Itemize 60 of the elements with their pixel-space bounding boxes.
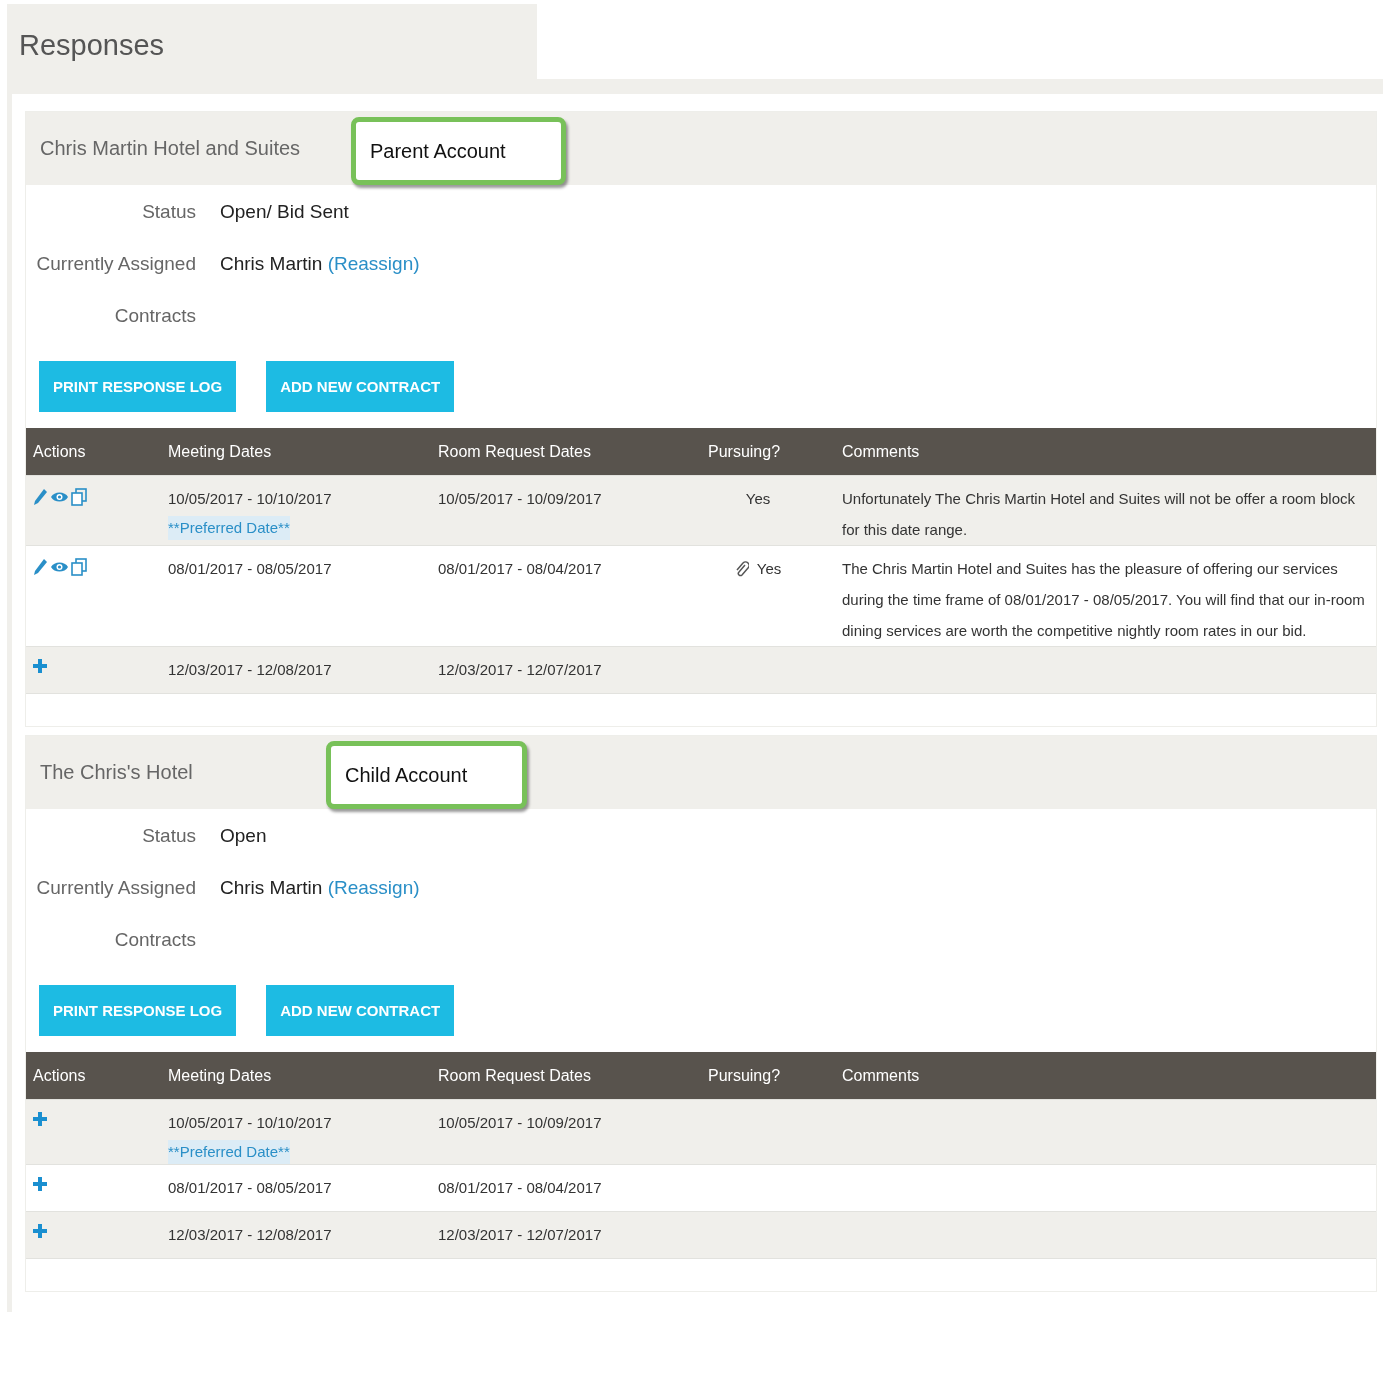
action-button[interactable]: ADD NEW CONTRACT [266,361,455,412]
field-value: Open [220,825,267,846]
column-header: Pursuing? [708,1066,782,1086]
plus-icon[interactable] [33,659,47,673]
reassign-link[interactable]: (Reassign) [327,253,420,274]
room-request-dates: 10/05/2017 - 10/09/2017 [438,1113,602,1133]
action-button[interactable]: ADD NEW CONTRACT [266,985,455,1036]
field-label: Currently Assigned [35,252,196,276]
column-header: Room Request Dates [438,442,592,462]
column-header: Actions [33,442,87,462]
meeting-dates: 12/03/2017 - 12/08/2017 [168,1225,332,1245]
preferred-date-tag: **Preferred Date** [168,1140,290,1164]
plus-icon[interactable] [33,1224,47,1238]
room-request-dates: 12/03/2017 - 12/07/2017 [438,1225,602,1245]
action-button[interactable]: PRINT RESPONSE LOG [39,361,237,412]
paperclip-icon [734,560,749,578]
comment-text: Unfortunately The Chris Martin Hotel and Suites will not be offer a room block for this date range. [842,489,1357,540]
pursuing-value: Yes [756,559,782,579]
meeting-dates: 10/05/2017 - 10/10/2017 [168,1113,332,1133]
field-value: Open/ Bid Sent [220,201,349,222]
pencil-icon[interactable] [33,488,48,506]
column-header: Actions [33,1066,87,1086]
field-label: Status [141,200,196,224]
pencil-icon[interactable] [33,558,48,576]
column-header: Meeting Dates [168,1066,273,1086]
copy-icon[interactable] [71,558,87,576]
column-header: Meeting Dates [168,442,273,462]
reassign-link[interactable]: (Reassign) [327,877,420,898]
field-value: Chris Martin [220,877,323,898]
field-label: Currently Assigned [35,876,196,900]
plus-icon[interactable] [33,1112,47,1126]
plus-icon[interactable] [33,1177,47,1191]
preferred-date-tag: **Preferred Date** [168,516,290,540]
account-badge: Parent Account [351,117,566,185]
eye-icon[interactable] [51,561,68,573]
column-header: Comments [842,1066,921,1086]
meeting-dates: 10/05/2017 - 10/10/2017 [168,489,332,509]
field-label: Status [141,824,196,848]
room-request-dates: 08/01/2017 - 08/04/2017 [438,1178,602,1198]
meeting-dates: 12/03/2017 - 12/08/2017 [168,660,332,680]
action-button[interactable]: PRINT RESPONSE LOG [39,985,237,1036]
column-header: Pursuing? [708,442,782,462]
room-request-dates: 12/03/2017 - 12/07/2017 [438,660,602,680]
pursuing-value: Yes [745,489,771,509]
hotel-name: The Chris's Hotel [40,761,194,784]
room-request-dates: 08/01/2017 - 08/04/2017 [438,559,602,579]
field-label: Contracts [113,928,196,952]
room-request-dates: 10/05/2017 - 10/09/2017 [438,489,602,509]
column-header: Room Request Dates [438,1066,592,1086]
account-badge: Child Account [326,741,528,809]
eye-icon[interactable] [51,491,68,503]
meeting-dates: 08/01/2017 - 08/05/2017 [168,1178,332,1198]
hotel-name: Chris Martin Hotel and Suites [40,137,302,160]
field-value: Chris Martin [220,253,323,274]
column-header: Comments [842,442,921,462]
copy-icon[interactable] [71,488,87,506]
comment-text: The Chris Martin Hotel and Suites has the pleasure of offering our services during the time frame of 08/01/2017 - 08/05/2017. You will find that our in-room dining services are worth the competitive nightly room rates in our bid. [842,559,1366,641]
page-tab[interactable]: Responses [7,4,537,86]
field-label: Contracts [113,304,196,328]
meeting-dates: 08/01/2017 - 08/05/2017 [168,559,332,579]
